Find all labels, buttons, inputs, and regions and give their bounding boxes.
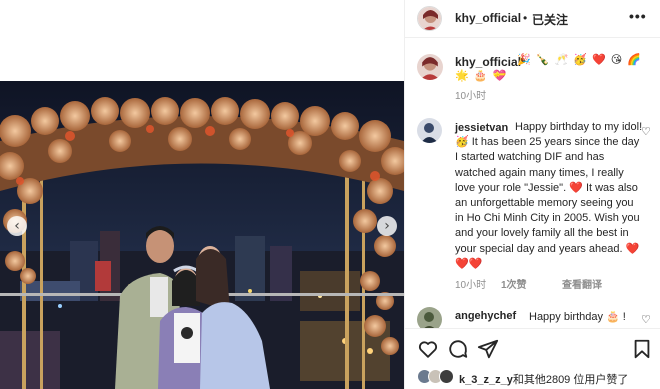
save-bookmark-icon[interactable] (631, 338, 653, 360)
caption-text-line-1: 🎉 🍾 🥂 🥳 ❤️ 😘 🌈 (517, 54, 642, 66)
comments-list[interactable]: khy_official 🎉 🍾 🥂 🥳 ❤️ 😘 🌈 🌟 🎂 💝 10小时 j… (405, 39, 660, 328)
post-action-bar (405, 328, 660, 366)
following-status-button[interactable]: 已关注 (532, 11, 568, 28)
like-heart-icon[interactable] (417, 338, 439, 360)
comment-text: Happy birthday to my idol!🥳 It has been … (455, 120, 645, 272)
post-photo-image (0, 81, 404, 389)
post-media-pane: ‹ › (0, 0, 404, 389)
share-paper-plane-icon[interactable] (477, 338, 499, 360)
comment-like-count[interactable]: 1次赞 (501, 276, 527, 291)
caption-text-line-2: 🌟 🎂 💝 (455, 70, 508, 82)
caption-timestamp[interactable]: 10小时 (455, 87, 486, 102)
comment-body: Happy birthday 🎂 ! (529, 311, 626, 323)
comment-avatar[interactable] (417, 307, 442, 328)
caption-username[interactable]: khy_official (455, 55, 521, 69)
comment-username[interactable]: angehychef (455, 310, 516, 322)
comment-avatar[interactable] (417, 118, 442, 143)
liker-username[interactable]: k_3_z_z_y (459, 374, 513, 386)
comment-like-heart-icon[interactable]: ♡ (641, 125, 651, 138)
likes-text: k_3_z_z_y和其他2809 位用户赞了 (459, 371, 628, 387)
likes-summary[interactable]: k_3_z_z_y和其他2809 位用户赞了 (405, 366, 660, 389)
more-horizontal-icon[interactable]: ••• (629, 8, 647, 24)
previous-photo-button[interactable]: ‹ (7, 216, 27, 236)
caption-avatar[interactable] (417, 54, 443, 80)
post-photo[interactable] (0, 81, 404, 389)
author-avatar[interactable] (417, 6, 442, 31)
post-side-panel: khy_official • 已关注 ••• khy_official 🎉 🍾 … (404, 0, 660, 389)
chevron-left-icon: ‹ (14, 218, 20, 234)
header-separator: • (523, 11, 528, 25)
comment-bubble-icon[interactable] (447, 338, 469, 360)
chevron-right-icon: › (384, 218, 390, 234)
liker-avatar (439, 369, 454, 384)
comment-timestamp[interactable]: 10小时 (455, 276, 486, 291)
next-photo-button[interactable]: › (377, 216, 397, 236)
author-username[interactable]: khy_official (455, 11, 521, 25)
post-header: khy_official • 已关注 ••• (405, 0, 660, 38)
comment-body: Happy birthday to my idol!🥳 It has been … (455, 121, 643, 270)
comment-like-heart-icon[interactable]: ♡ (641, 313, 651, 326)
see-translation-link[interactable]: 查看翻译 (562, 276, 602, 291)
likes-count-text[interactable]: 和其他2809 位用户赞了 (513, 374, 629, 386)
